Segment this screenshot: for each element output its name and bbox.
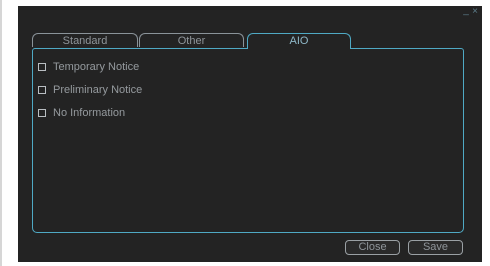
option-label: No Information <box>53 107 126 119</box>
save-button[interactable]: Save <box>408 240 463 255</box>
tab-aio[interactable]: AIO <box>247 33 351 49</box>
option-preliminary-notice[interactable]: Preliminary Notice <box>38 83 142 97</box>
option-no-information[interactable]: No Information <box>38 106 125 120</box>
minimize-icon[interactable]: _ <box>462 6 470 19</box>
tab-panel-aio: Temporary Notice Preliminary Notice No I… <box>32 48 464 233</box>
option-temporary-notice[interactable]: Temporary Notice <box>38 60 139 74</box>
preliminary-notice-checkbox[interactable] <box>38 86 46 94</box>
filter-dialog: _ × Standard Other AIO Temporary Notice … <box>18 6 482 262</box>
window-controls: _ × <box>462 6 479 19</box>
screen: _ × Standard Other AIO Temporary Notice … <box>0 0 490 266</box>
option-label: Preliminary Notice <box>53 84 143 96</box>
left-edge-divider <box>0 0 2 266</box>
tab-other[interactable]: Other <box>139 33 244 47</box>
close-icon[interactable]: × <box>471 6 479 19</box>
tab-standard[interactable]: Standard <box>32 33 138 47</box>
option-label: Temporary Notice <box>53 61 140 73</box>
title-bar: _ × <box>18 6 482 20</box>
temporary-notice-checkbox[interactable] <box>38 63 46 71</box>
no-information-checkbox[interactable] <box>38 109 46 117</box>
close-button[interactable]: Close <box>345 240 400 255</box>
